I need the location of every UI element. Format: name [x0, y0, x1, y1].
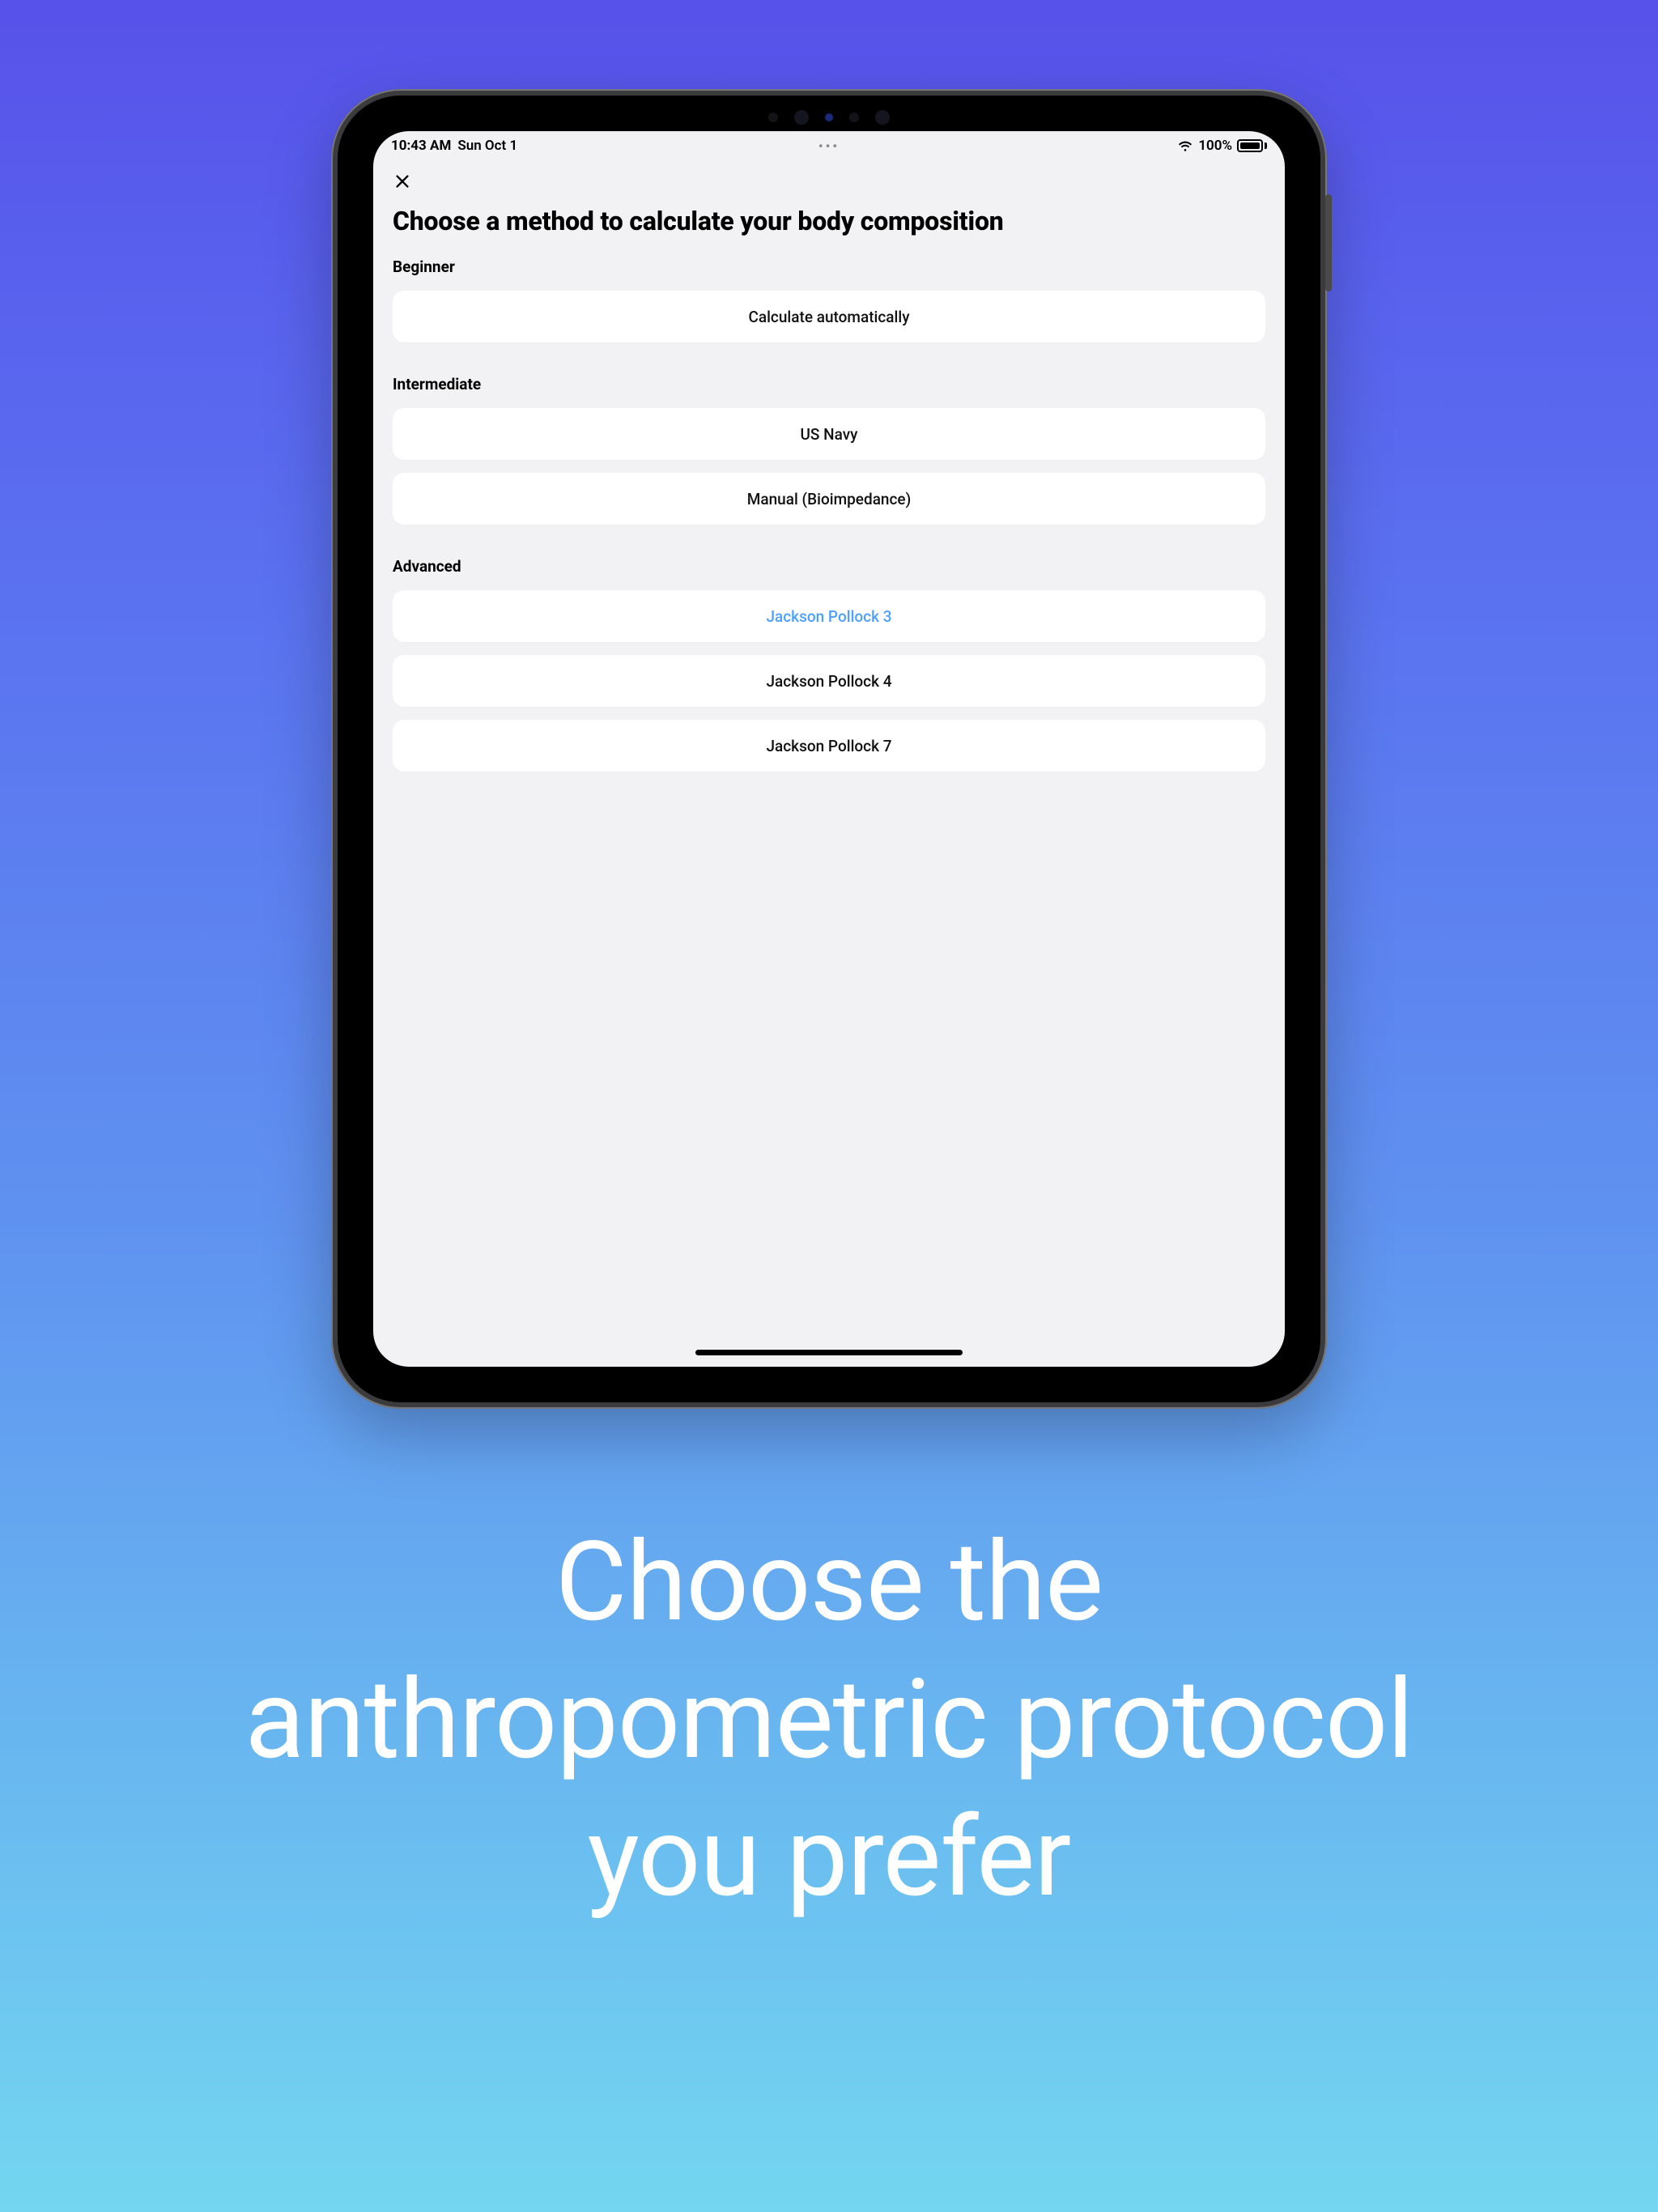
close-button[interactable]	[388, 167, 417, 196]
section-label-advanced: Advanced	[393, 557, 1265, 576]
camera-cluster	[768, 110, 890, 125]
status-bar: 10:43 AM Sun Oct 1 ••• 100%	[373, 131, 1285, 160]
caption-line-3: you prefer	[65, 1789, 1593, 1927]
camera-dot-icon	[768, 113, 778, 122]
option-manual-bioimpedance[interactable]: Manual (Bioimpedance)	[393, 473, 1265, 525]
status-time: 10:43 AM	[391, 138, 451, 154]
device-bezel: 10:43 AM Sun Oct 1 ••• 100%	[338, 96, 1320, 1402]
multitask-dots-icon[interactable]: •••	[818, 138, 840, 154]
battery-icon	[1237, 139, 1267, 152]
option-jackson-pollock-4[interactable]: Jackson Pollock 4	[393, 655, 1265, 707]
section-intermediate: Intermediate US Navy Manual (Bioimpedanc…	[393, 375, 1265, 525]
battery-percentage: 100%	[1198, 138, 1232, 154]
section-label-beginner: Beginner	[393, 257, 1265, 276]
section-beginner: Beginner Calculate automatically	[393, 257, 1265, 342]
tablet-device: 10:43 AM Sun Oct 1 ••• 100%	[331, 89, 1327, 1409]
option-label: Jackson Pollock 4	[766, 672, 891, 691]
page-title: Choose a method to calculate your body c…	[393, 206, 1265, 236]
camera-indicator-icon	[825, 113, 833, 121]
option-label: Manual (Bioimpedance)	[747, 490, 912, 508]
camera-dot-icon	[849, 113, 859, 122]
home-indicator[interactable]	[695, 1350, 963, 1355]
status-date: Sun Oct 1	[457, 138, 517, 154]
option-label: Calculate automatically	[748, 308, 909, 326]
screen: 10:43 AM Sun Oct 1 ••• 100%	[373, 131, 1285, 1367]
camera-lens-icon	[794, 110, 809, 125]
option-label: US Navy	[801, 425, 858, 444]
section-advanced: Advanced Jackson Pollock 3 Jackson Pollo…	[393, 557, 1265, 772]
status-right: 100%	[1177, 138, 1267, 154]
marketing-caption: Choose the anthropometric protocol you p…	[0, 1514, 1658, 1927]
section-label-intermediate: Intermediate	[393, 375, 1265, 393]
caption-line-1: Choose the	[65, 1514, 1593, 1652]
close-icon	[393, 172, 411, 190]
option-jackson-pollock-3[interactable]: Jackson Pollock 3	[393, 590, 1265, 642]
close-row	[393, 160, 1265, 202]
option-calculate-automatically[interactable]: Calculate automatically	[393, 291, 1265, 342]
option-label: Jackson Pollock 3	[766, 607, 891, 626]
option-us-navy[interactable]: US Navy	[393, 408, 1265, 460]
status-left: 10:43 AM Sun Oct 1	[391, 138, 517, 154]
camera-lens-icon	[875, 110, 890, 125]
power-button	[1325, 194, 1332, 291]
caption-line-2: anthropometric protocol	[65, 1652, 1593, 1789]
option-jackson-pollock-7[interactable]: Jackson Pollock 7	[393, 720, 1265, 772]
option-label: Jackson Pollock 7	[766, 737, 891, 755]
content-area: Choose a method to calculate your body c…	[373, 160, 1285, 1367]
wifi-icon	[1177, 138, 1193, 154]
